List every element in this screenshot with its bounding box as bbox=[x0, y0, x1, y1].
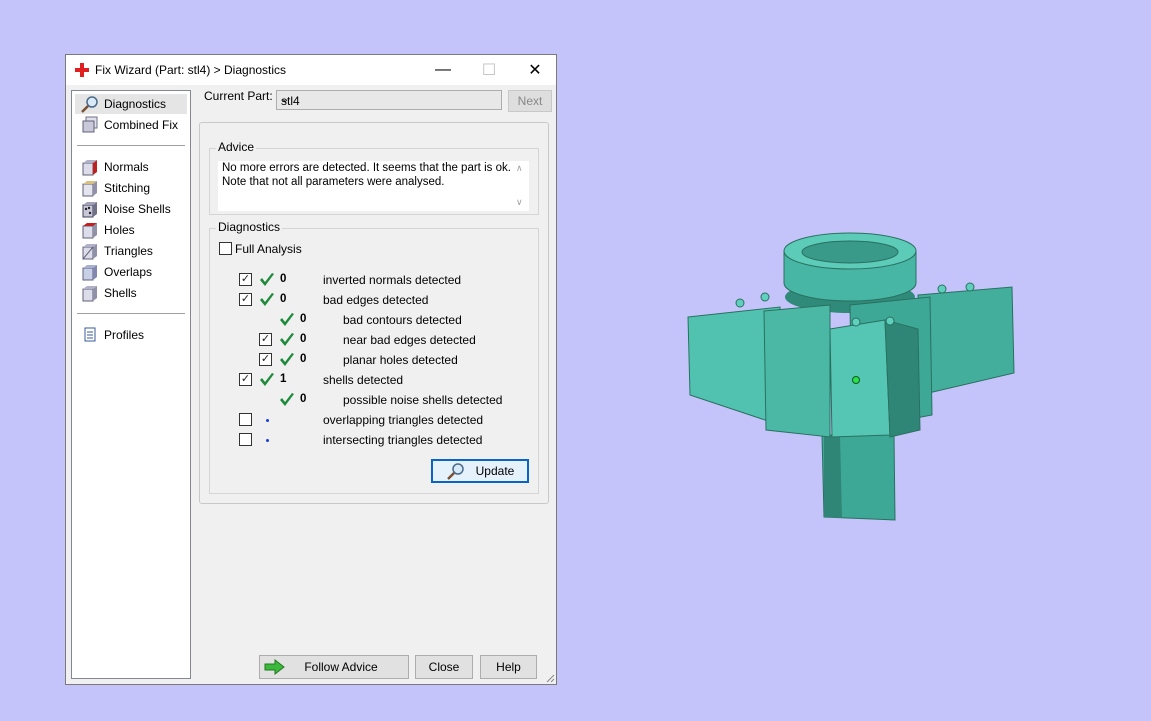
diagnostic-count: 0 bbox=[300, 333, 307, 345]
sidebar-item-holes[interactable]: Holes bbox=[75, 220, 187, 240]
check-mark-icon bbox=[260, 293, 274, 306]
combined-fix-icon bbox=[81, 116, 99, 134]
resize-grip-icon[interactable] bbox=[545, 673, 555, 683]
sidebar-item-combined-fix[interactable]: Combined Fix bbox=[75, 115, 187, 135]
diagnostic-checkbox[interactable]: ✓ bbox=[259, 353, 272, 366]
3d-part-model bbox=[687, 232, 1015, 521]
sidebar-item-overlaps[interactable]: Overlaps bbox=[75, 262, 187, 282]
check-mark-icon bbox=[260, 273, 274, 286]
update-label: Update bbox=[475, 464, 515, 478]
sidebar-item-label: Holes bbox=[104, 223, 135, 237]
magnifier-icon bbox=[446, 463, 464, 480]
help-button[interactable]: Help bbox=[480, 655, 537, 679]
full-analysis-label: Full Analysis bbox=[235, 242, 302, 256]
sidebar-item-label: Shells bbox=[104, 286, 137, 300]
sidebar-separator bbox=[77, 313, 185, 314]
scroll-down-icon[interactable]: ∨ bbox=[516, 197, 523, 208]
close-window-button[interactable]: ✕ bbox=[512, 55, 558, 85]
diagnostic-label: bad contours detected bbox=[343, 313, 462, 327]
advice-text-area: No more errors are detected. It seems th… bbox=[218, 161, 522, 211]
update-button[interactable]: Update bbox=[431, 459, 529, 483]
diagnostic-label: near bad edges detected bbox=[343, 333, 476, 347]
diagnostic-checkbox[interactable]: ✓ bbox=[259, 333, 272, 346]
check-mark-icon bbox=[280, 393, 294, 406]
red-cross-app-icon bbox=[75, 63, 89, 77]
sidebar-item-label: Normals bbox=[104, 160, 149, 174]
diagnostic-count: 0 bbox=[280, 293, 287, 305]
advice-scrollbar[interactable]: ∧ ∨ bbox=[512, 161, 529, 211]
noise-shells-cube-icon bbox=[81, 200, 99, 218]
pending-dot-icon bbox=[266, 439, 269, 442]
title-bar: Fix Wizard (Part: stl4) > Diagnostics — … bbox=[66, 55, 556, 85]
follow-advice-label: Follow Advice bbox=[304, 660, 378, 674]
full-analysis-checkbox[interactable] bbox=[219, 242, 232, 255]
stitching-cube-icon bbox=[81, 179, 99, 197]
diagnostic-checkbox[interactable] bbox=[239, 433, 252, 446]
fix-wizard-dialog: Fix Wizard (Part: stl4) > Diagnostics — … bbox=[65, 54, 557, 685]
sidebar-item-label: Noise Shells bbox=[104, 202, 171, 216]
diagnostic-checkbox[interactable]: ✓ bbox=[239, 273, 252, 286]
sidebar-item-diagnostics[interactable]: Diagnostics bbox=[75, 94, 187, 114]
wizard-sidebar: Diagnostics Combined Fix Normals Stitchi… bbox=[71, 90, 191, 679]
window-title: Fix Wizard (Part: stl4) > Diagnostics bbox=[95, 63, 287, 77]
check-mark-icon bbox=[260, 373, 274, 386]
sidebar-item-label: Profiles bbox=[104, 328, 145, 342]
diagnostics-title: Diagnostics bbox=[216, 220, 283, 234]
diagnostic-checkbox[interactable] bbox=[239, 413, 252, 426]
sidebar-item-label: Combined Fix bbox=[104, 118, 179, 132]
diagnostic-count: 1 bbox=[280, 373, 287, 385]
check-mark-icon bbox=[280, 333, 294, 346]
check-mark-icon bbox=[280, 313, 294, 326]
sidebar-separator bbox=[77, 145, 185, 146]
scroll-up-icon[interactable]: ∧ bbox=[516, 163, 523, 174]
diagnostic-label: overlapping triangles detected bbox=[323, 413, 484, 427]
overlaps-cube-icon bbox=[81, 263, 99, 281]
diagnostic-label: intersecting triangles detected bbox=[323, 433, 483, 447]
diagnostic-checkbox[interactable]: ✓ bbox=[239, 373, 252, 386]
shells-cube-icon bbox=[81, 284, 99, 302]
profiles-document-icon bbox=[81, 326, 99, 344]
advice-title: Advice bbox=[216, 140, 257, 154]
diagnostic-count: 0 bbox=[300, 353, 307, 365]
diagnostic-label: bad edges detected bbox=[323, 293, 429, 307]
close-button[interactable]: Close bbox=[415, 655, 473, 679]
diagnostic-label: possible noise shells detected bbox=[343, 393, 503, 407]
advice-line: Note that not all parameters were analys… bbox=[222, 176, 445, 188]
sidebar-item-label: Diagnostics bbox=[104, 97, 167, 111]
sidebar-item-label: Triangles bbox=[104, 244, 153, 258]
next-button[interactable]: Next bbox=[508, 90, 552, 112]
sidebar-item-label: Stitching bbox=[104, 181, 151, 195]
check-mark-icon bbox=[280, 353, 294, 366]
chevron-down-icon: ⌄ bbox=[281, 94, 290, 105]
diagnostic-count: 0 bbox=[300, 393, 307, 405]
pending-dot-icon bbox=[266, 419, 269, 422]
advice-line: No more errors are detected. It seems th… bbox=[222, 162, 511, 174]
diagnostic-label: planar holes detected bbox=[343, 353, 458, 367]
current-part-label: Current Part: bbox=[204, 89, 273, 103]
magnifier-icon bbox=[81, 95, 99, 113]
holes-cube-icon bbox=[81, 221, 99, 239]
minimize-button[interactable]: — bbox=[420, 55, 466, 85]
sidebar-item-profiles[interactable]: Profiles bbox=[75, 325, 187, 345]
arrow-right-icon bbox=[264, 659, 285, 675]
normals-cube-icon bbox=[81, 158, 99, 176]
sidebar-item-triangles[interactable]: Triangles bbox=[75, 241, 187, 261]
follow-advice-button[interactable]: Follow Advice bbox=[259, 655, 409, 679]
sidebar-item-label: Overlaps bbox=[104, 265, 153, 279]
diagnostic-count: 0 bbox=[280, 273, 287, 285]
diagnostic-count: 0 bbox=[300, 313, 307, 325]
current-part-select[interactable]: stl4 ⌄ bbox=[276, 90, 502, 110]
maximize-button[interactable]: ☐ bbox=[466, 55, 512, 85]
triangles-cube-icon bbox=[81, 242, 99, 260]
diagnostic-label: inverted normals detected bbox=[323, 273, 462, 287]
sidebar-item-noise-shells[interactable]: Noise Shells bbox=[75, 199, 187, 219]
sidebar-item-stitching[interactable]: Stitching bbox=[75, 178, 187, 198]
sidebar-item-normals[interactable]: Normals bbox=[75, 157, 187, 177]
sidebar-item-shells[interactable]: Shells bbox=[75, 283, 187, 303]
diagnostic-checkbox[interactable]: ✓ bbox=[239, 293, 252, 306]
diagnostic-label: shells detected bbox=[323, 373, 404, 387]
